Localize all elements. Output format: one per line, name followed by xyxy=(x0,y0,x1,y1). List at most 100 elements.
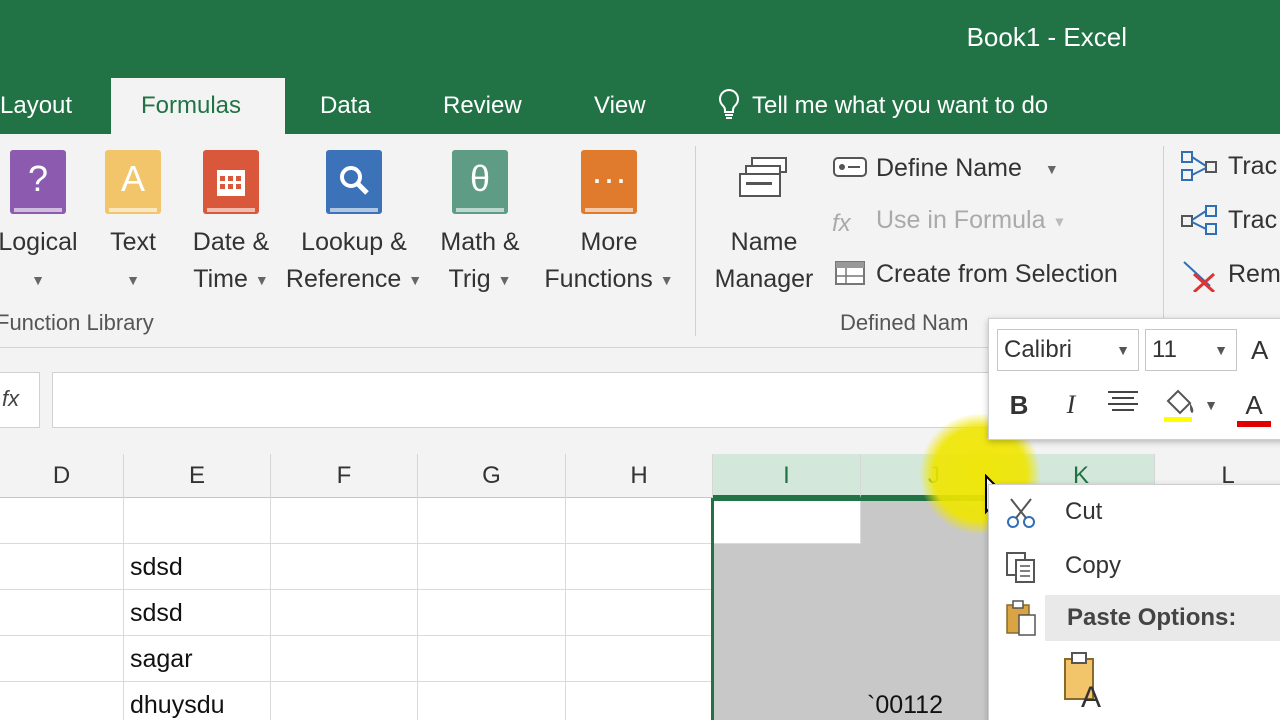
logical-icon: ? xyxy=(10,150,66,214)
cell[interactable] xyxy=(418,636,566,682)
fill-color-dropdown[interactable]: ▼ xyxy=(1201,385,1221,425)
define-name-icon xyxy=(832,152,868,182)
font-name-select[interactable]: Calibri ▼ xyxy=(997,329,1139,371)
cell[interactable] xyxy=(271,498,418,544)
menu-item-copy[interactable]: Copy xyxy=(989,541,1280,591)
paste-keep-formatting-icon: A xyxy=(1064,652,1101,714)
bold-button[interactable]: B xyxy=(999,385,1039,425)
column-header-e[interactable]: E xyxy=(124,454,271,498)
cell[interactable] xyxy=(0,636,124,682)
cell[interactable] xyxy=(271,636,418,682)
more-functions-button[interactable]: ··· More Functions ▼ xyxy=(538,150,680,299)
font-color-button[interactable]: A xyxy=(1231,385,1277,427)
fx-icon: fx xyxy=(832,210,851,238)
paint-bucket-icon xyxy=(1164,389,1194,422)
cell[interactable] xyxy=(271,544,418,590)
name-manager-button[interactable]: Name Manager xyxy=(706,150,822,298)
tab-data[interactable]: Data xyxy=(290,78,401,134)
cell[interactable] xyxy=(566,636,713,682)
trace-dependents-button[interactable]: Trac xyxy=(1180,200,1277,240)
center-align-button[interactable] xyxy=(1103,385,1143,425)
font-color-swatch xyxy=(1237,421,1271,427)
cell[interactable] xyxy=(566,590,713,636)
cell[interactable] xyxy=(713,682,861,720)
remove-arrows-button[interactable]: Rem xyxy=(1180,254,1280,294)
cell-j5[interactable]: `00112 xyxy=(861,682,1008,720)
svg-text:A: A xyxy=(1081,681,1101,711)
date-time-button[interactable]: Date & Time ▼ xyxy=(184,150,278,299)
context-menu: Cut Copy Paste Options: A xyxy=(988,484,1280,720)
trace-precedents-icon xyxy=(1180,150,1220,182)
trace-dependents-icon xyxy=(1180,204,1220,236)
cell[interactable] xyxy=(566,498,713,544)
fx-icon[interactable]: fx xyxy=(0,372,40,428)
font-size-select[interactable]: 11 ▼ xyxy=(1145,329,1237,371)
math-trig-button[interactable]: θ Math & Trig ▼ xyxy=(430,150,530,299)
cell[interactable] xyxy=(861,590,1008,636)
cell-e2[interactable]: sdsd xyxy=(124,544,271,590)
column-header-d[interactable]: D xyxy=(0,454,124,498)
defined-names-label: Defined Nam xyxy=(840,310,969,335)
cell[interactable] xyxy=(418,498,566,544)
tab-page-layout[interactable]: Layout xyxy=(0,78,102,134)
cell[interactable] xyxy=(418,682,566,720)
trace-precedents-button[interactable]: Trac xyxy=(1180,146,1277,186)
use-in-formula-button[interactable]: fx Use in Formula ▼ xyxy=(832,200,1066,240)
function-library-label: Function Library xyxy=(0,310,154,335)
cell[interactable] xyxy=(271,590,418,636)
cell[interactable] xyxy=(271,682,418,720)
column-header-g[interactable]: G xyxy=(418,454,566,498)
cell[interactable] xyxy=(0,544,124,590)
align-center-icon xyxy=(1108,391,1138,411)
cell[interactable] xyxy=(713,590,861,636)
fill-color-button[interactable] xyxy=(1155,385,1203,425)
cell[interactable] xyxy=(418,590,566,636)
italic-button[interactable]: I xyxy=(1051,385,1091,425)
cell[interactable] xyxy=(713,636,861,682)
mini-toolbar: Calibri ▼ 11 ▼ A B I ▼ A xyxy=(988,318,1280,440)
create-from-selection-icon xyxy=(832,258,868,288)
name-manager-icon xyxy=(736,150,792,214)
column-header-f[interactable]: F xyxy=(271,454,418,498)
chevron-down-icon: ▼ xyxy=(1214,342,1228,358)
cell[interactable] xyxy=(418,544,566,590)
lookup-reference-button[interactable]: Lookup & Reference ▼ xyxy=(284,150,424,299)
cell[interactable] xyxy=(713,544,861,590)
active-cell[interactable] xyxy=(713,498,861,544)
column-header-h[interactable]: H xyxy=(566,454,713,498)
cell[interactable] xyxy=(566,544,713,590)
cell[interactable] xyxy=(0,498,124,544)
cell[interactable] xyxy=(861,636,1008,682)
cell-e3[interactable]: sdsd xyxy=(124,590,271,636)
paste-button[interactable]: A xyxy=(1059,651,1113,714)
title-bar: Book1 - Excel xyxy=(0,0,1280,78)
cell[interactable] xyxy=(0,682,124,720)
date-time-icon xyxy=(203,150,259,214)
tab-view[interactable]: View xyxy=(564,78,676,134)
cell-e4[interactable]: sagar xyxy=(124,636,271,682)
grow-font-button[interactable]: A xyxy=(1251,329,1268,371)
logical-button[interactable]: ? Logical ▼ xyxy=(0,150,80,299)
tab-formulas[interactable]: Formulas xyxy=(111,78,285,134)
define-name-button[interactable]: Define Name ▼ xyxy=(832,148,1059,188)
text-icon: A xyxy=(105,150,161,214)
text-button[interactable]: A Text ▼ xyxy=(98,150,168,299)
tab-review[interactable]: Review xyxy=(413,78,552,134)
cell[interactable] xyxy=(124,498,271,544)
create-from-selection-button[interactable]: Create from Selection xyxy=(832,254,1118,294)
remove-arrows-icon xyxy=(1180,258,1220,294)
cell-e5[interactable]: dhuysdu xyxy=(124,682,271,720)
tell-me-box[interactable]: Tell me what you want to do xyxy=(716,78,1048,134)
lightbulb-icon xyxy=(719,88,739,119)
menu-item-cut[interactable]: Cut xyxy=(989,487,1280,537)
group-separator xyxy=(695,146,696,336)
more-functions-icon: ··· xyxy=(581,150,637,214)
group-separator xyxy=(1163,146,1164,336)
ribbon-tabs: Layout Formulas Data Review View Tell me… xyxy=(0,78,1280,134)
cell[interactable] xyxy=(0,590,124,636)
cell[interactable] xyxy=(566,682,713,720)
tell-me-text: Tell me what you want to do xyxy=(752,92,1049,119)
cell[interactable] xyxy=(861,544,1008,590)
scissors-icon xyxy=(1007,498,1035,528)
column-header-i[interactable]: I xyxy=(713,454,861,498)
